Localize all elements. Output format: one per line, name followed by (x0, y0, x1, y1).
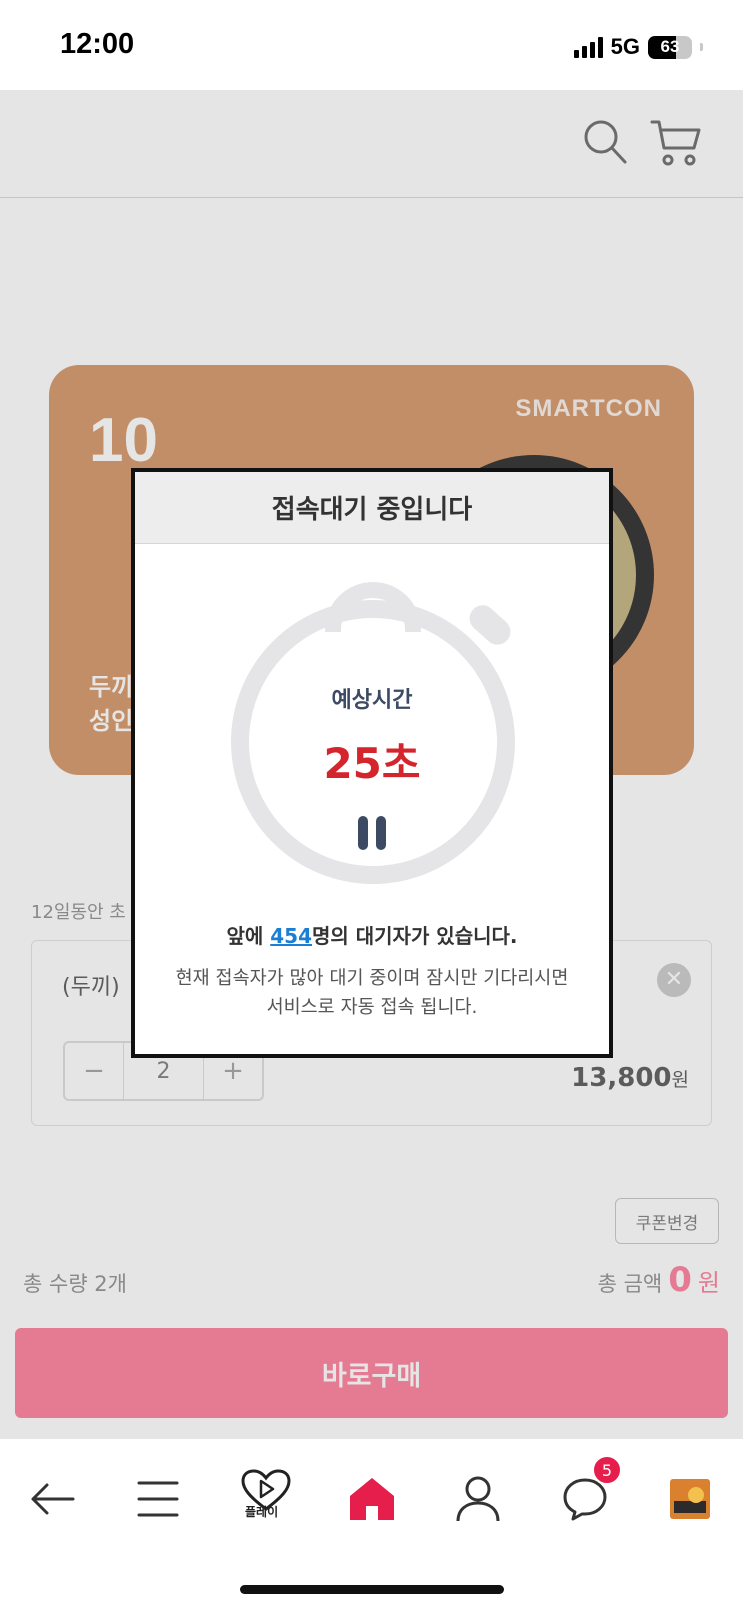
queue-prefix: 앞에 (226, 924, 271, 948)
pause-icon (358, 816, 386, 850)
battery-percent: 63 (660, 36, 680, 56)
recent-product-icon[interactable] (660, 1469, 720, 1529)
status-indicators: 5G 63 (573, 34, 703, 60)
battery-cap (700, 43, 703, 51)
home-icon[interactable] (342, 1469, 402, 1529)
bottom-navigation: 플레이 5 (0, 1438, 743, 1608)
network-label: 5G (610, 34, 640, 59)
signal-icon (573, 36, 603, 58)
notice-message: 현재 접속자가 많아 대기 중이며 잠시만 기다리시면 서비스로 자동 접속 됩… (145, 964, 599, 1022)
queue-count: 454 (270, 924, 312, 948)
notice-line2: 서비스로 자동 접속 됩니다. (266, 997, 478, 1018)
chat-badge: 5 (592, 1455, 622, 1485)
waiting-modal: 접속대기 중입니다 예상시간 25초 앞에 454명의 대기자가 있습니다. 현… (131, 468, 613, 1058)
menu-icon[interactable] (128, 1469, 188, 1529)
battery-icon: 63 (648, 35, 692, 59)
queue-suffix: 명의 대기자가 있습니다. (311, 924, 518, 948)
queue-message: 앞에 454명의 대기자가 있습니다. (135, 920, 609, 949)
back-icon[interactable] (22, 1469, 82, 1529)
profile-icon[interactable] (448, 1469, 508, 1529)
estimated-time-label: 예상시간 (331, 688, 413, 713)
modal-title: 접속대기 중입니다 (135, 472, 609, 544)
notice-line1: 현재 접속자가 많아 대기 중이며 잠시만 기다리시면 (175, 968, 569, 989)
play-label: 플레이 (245, 1505, 279, 1519)
status-time: 12:00 (60, 28, 135, 60)
status-bar: 12:00 5G 63 (0, 0, 743, 90)
estimated-time-value: 25초 (323, 739, 421, 788)
home-indicator (240, 1585, 504, 1594)
